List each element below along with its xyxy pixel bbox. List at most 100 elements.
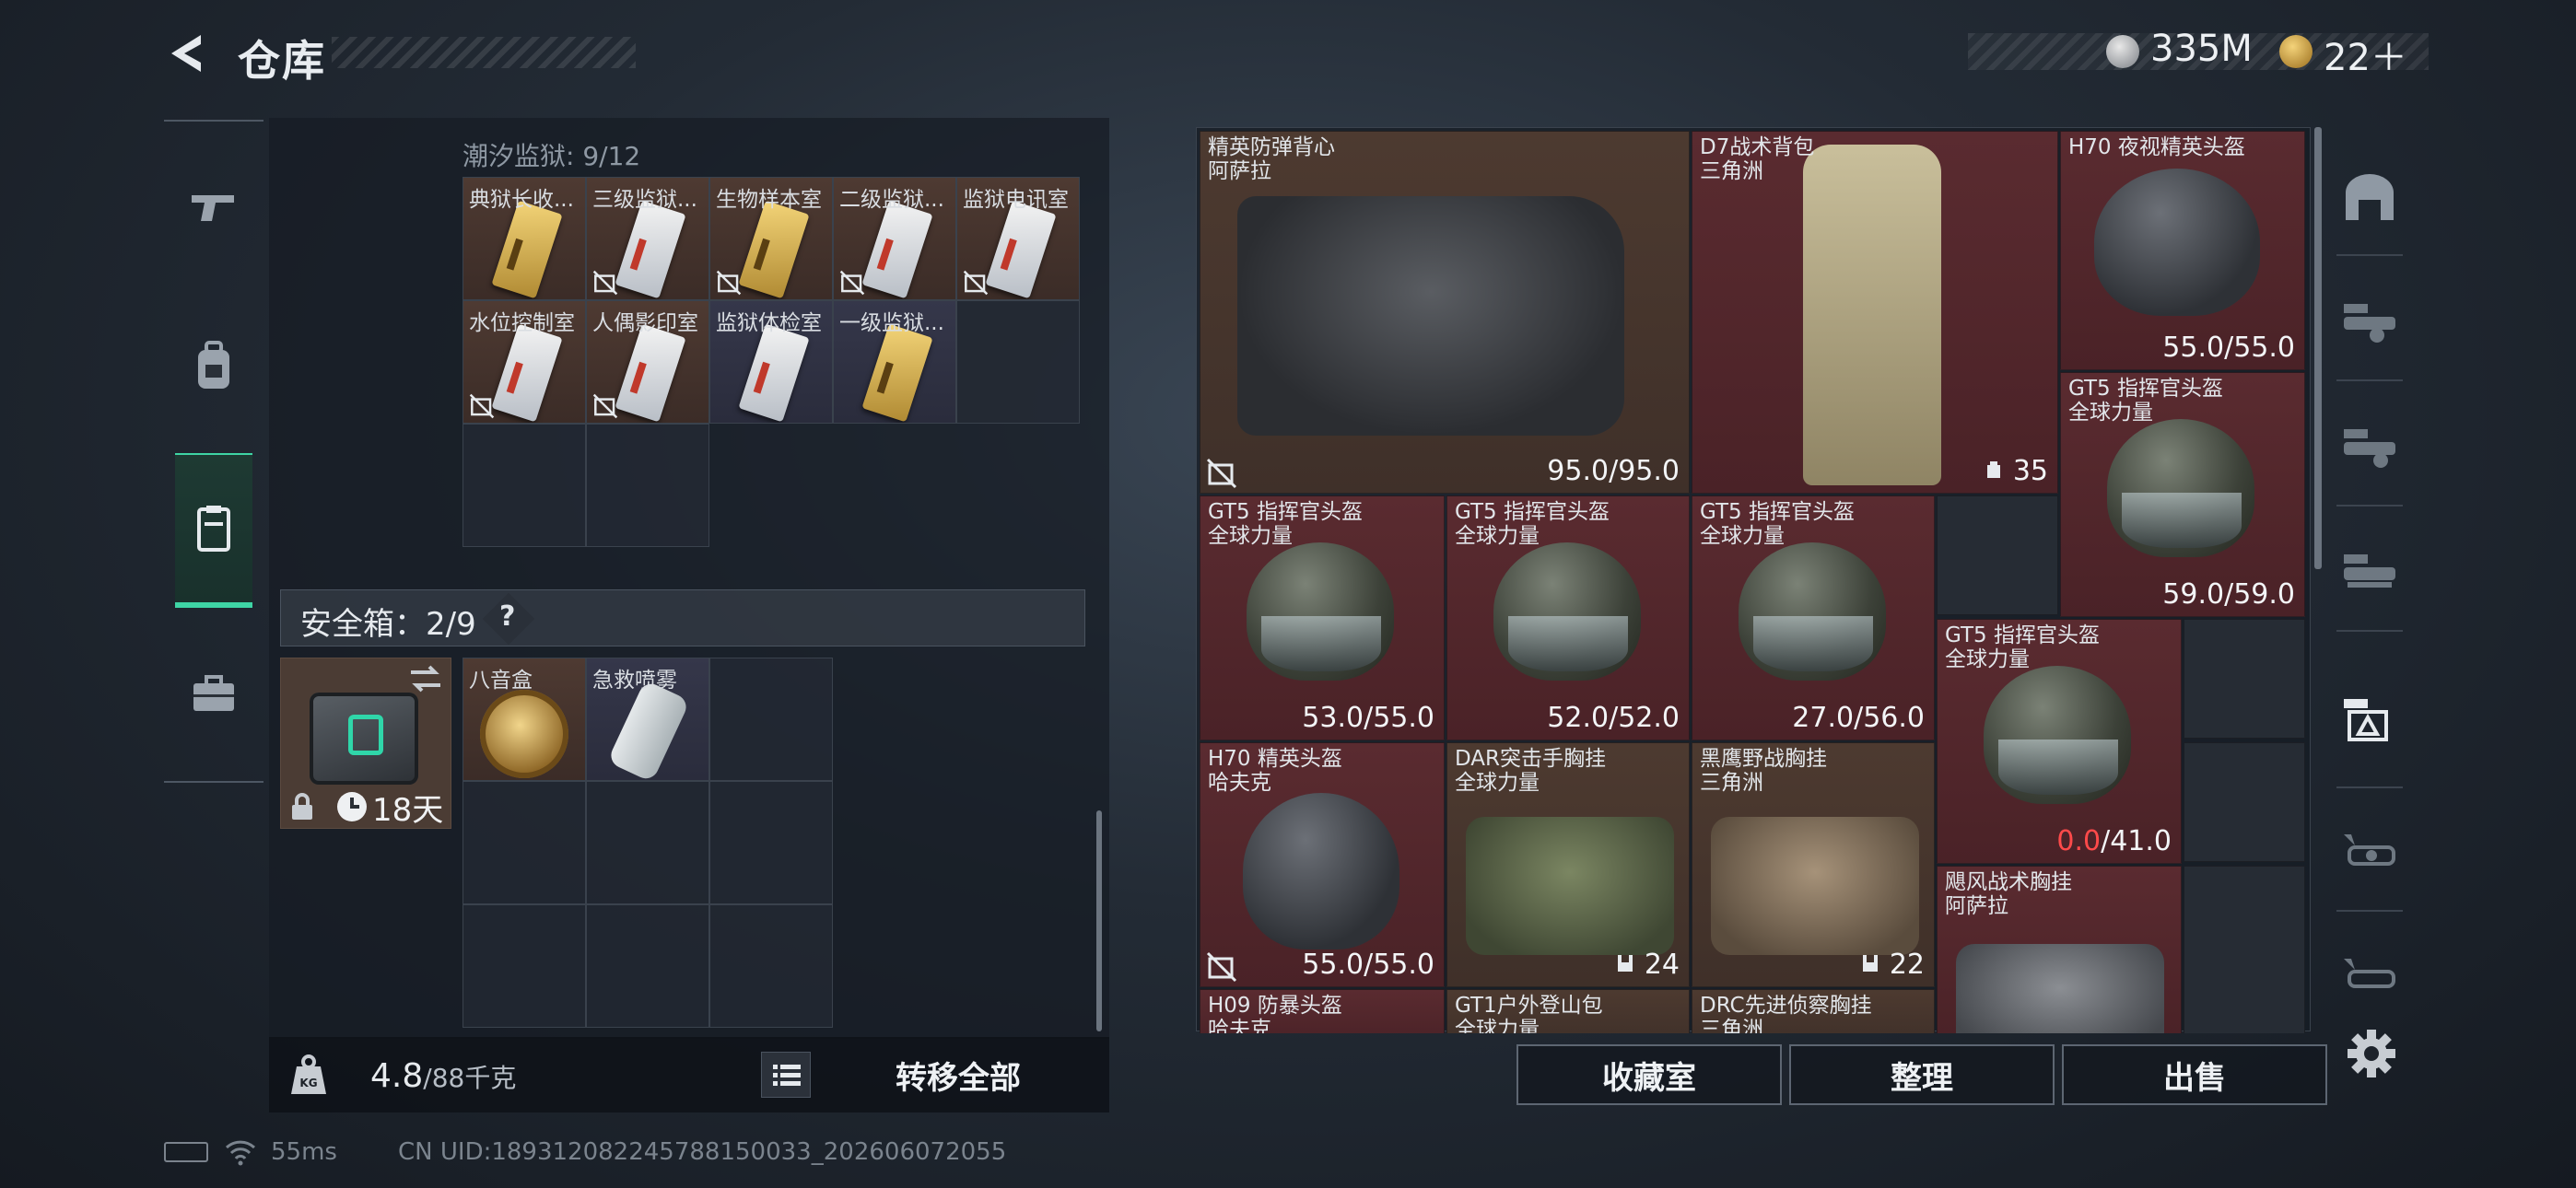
no-bind-icon [1206, 458, 1237, 489]
list-view-button[interactable] [761, 1052, 811, 1098]
gold-currency-amount[interactable]: 22＋ [2324, 28, 2407, 81]
item-h70-elite-helmet[interactable]: H70 精英头盔 哈夫克 55.0/55.0 [1200, 742, 1445, 987]
item-h09-riot-helmet[interactable]: H09 防暴头盔 哈夫克 [1200, 989, 1445, 1033]
empty-slot[interactable] [463, 424, 586, 547]
capacity-icon [1863, 955, 1879, 972]
music-box-image [480, 690, 568, 778]
item-storm-chest-rig[interactable]: 飓风战术胸挂 阿萨拉 [1937, 866, 2182, 1033]
silver-currency-amount: 335M [2150, 28, 2253, 70]
empty-slot[interactable] [709, 781, 833, 904]
visor-image [1998, 740, 2118, 795]
item-gt5-helmet-broken[interactable]: GT5 指挥官头盔 全球力量 0.0/41.0 [1937, 619, 2182, 864]
key-grid: 典狱长收... 三级监狱... 生物样本室 二级监狱... 监狱电讯室水位控制室 人偶影印… [463, 177, 1080, 424]
inventory-scrollbar[interactable] [2314, 127, 2322, 569]
back-arrow-icon[interactable] [164, 31, 206, 76]
empty-slot[interactable] [586, 424, 709, 547]
key-card-name: 三级监狱... [592, 188, 697, 212]
item-first-aid-spray[interactable]: 急救喷雾 [586, 658, 709, 781]
item-capacity: 22 [1860, 949, 1925, 981]
empty-slot[interactable] [709, 904, 833, 1028]
key-card-slot[interactable]: 监狱电讯室 [956, 177, 1080, 300]
key-card-slot[interactable]: 典狱长收... [463, 177, 586, 300]
item-gt5-helmet[interactable]: GT5 指挥官头盔 全球力量 52.0/52.0 [1446, 495, 1690, 740]
capacity-icon [1987, 461, 2001, 478]
list-icon [773, 1065, 801, 1086]
item-elite-vest[interactable]: 精英防弹背心 阿萨拉 95.0/95.0 [1200, 131, 1690, 494]
item-gt5-helmet[interactable]: GT5 指挥官头盔 全球力量 53.0/55.0 [1200, 495, 1445, 740]
item-subtitle: 全球力量 [1208, 524, 1293, 548]
transfer-all-button[interactable]: 转移全部 [849, 1048, 1067, 1101]
key-card-slot[interactable]: 二级监狱... [833, 177, 956, 300]
item-gt5-helmet[interactable]: GT5 指挥官头盔 全球力量 59.0/59.0 [2060, 372, 2305, 617]
category-gt-3[interactable] [2333, 536, 2406, 608]
category-v-1[interactable] [2333, 816, 2406, 888]
spray-can-image [606, 680, 691, 780]
item-name: DAR突击手胸挂 [1455, 747, 1607, 771]
category-all[interactable] [2333, 162, 2406, 234]
empty-slot[interactable] [2184, 866, 2305, 1033]
keycard-image [738, 323, 810, 423]
category-divider [2336, 910, 2403, 912]
empty-slot[interactable] [463, 904, 586, 1028]
key-card-slot[interactable]: 水位控制室 [463, 300, 586, 424]
gear-icon [2348, 1030, 2395, 1077]
item-gt5-helmet[interactable]: GT5 指挥官头盔 全球力量 27.0/56.0 [1692, 495, 1935, 740]
swap-icon[interactable] [407, 663, 444, 694]
vehicle-category-icon [2344, 834, 2395, 866]
category-gt-1[interactable] [2333, 285, 2406, 357]
key-card-slot[interactable]: 生物样本室 [709, 177, 833, 300]
item-h70-night-helmet[interactable]: H70 夜视精英头盔 55.0/55.0 [2060, 131, 2305, 370]
organize-button[interactable]: 整理 [1789, 1044, 2055, 1105]
no-bind-icon [716, 270, 742, 296]
item-music-box[interactable]: 八音盒 [463, 658, 586, 781]
category-gt-2[interactable] [2333, 411, 2406, 483]
item-durability: 55.0/55.0 [1302, 949, 1434, 981]
empty-slot[interactable] [2184, 742, 2305, 862]
empty-slot[interactable] [2184, 619, 2305, 739]
item-gt1-backpack[interactable]: GT1户外登山包 全球力量 [1446, 989, 1690, 1033]
collection-room-button[interactable]: 收藏室 [1516, 1044, 1782, 1105]
item-label: DRC先进侦察胸挂 三角洲 [1700, 994, 1872, 1033]
title-decoration [332, 37, 636, 68]
weight-current: 4.8 [370, 1057, 424, 1095]
help-icon[interactable]: ? [499, 600, 515, 633]
item-blackhawk-chest-rig[interactable]: 黑鹰野战胸挂 三角洲 22 [1692, 742, 1935, 987]
empty-slot[interactable] [1937, 495, 2058, 615]
silver-coin-icon [2106, 35, 2139, 68]
item-label: GT5 指挥官头盔 全球力量 [1700, 500, 1855, 548]
key-card-slot[interactable]: 监狱体检室 [709, 300, 833, 424]
key-card-slot[interactable]: 人偶影印室 [586, 300, 709, 424]
key-card-name: 生物样本室 [716, 188, 822, 212]
category-v-2[interactable] [2333, 936, 2406, 1007]
storage-section-title: 潮汐监狱: 9/12 [463, 141, 641, 171]
keycard-image [491, 200, 563, 299]
item-d7-backpack[interactable]: D7战术背包 三角洲 35 [1692, 131, 2058, 494]
category-gt-active[interactable] [2333, 683, 2406, 755]
empty-slot[interactable] [586, 904, 709, 1028]
empty-slot[interactable] [586, 781, 709, 904]
arch-icon [2346, 174, 2394, 220]
item-subtitle: 三角洲 [1700, 771, 1763, 795]
sell-button[interactable]: 出售 [2062, 1044, 2327, 1105]
nav-toolbox[interactable] [175, 656, 252, 733]
key-card-slot[interactable]: 一级监狱... [833, 300, 956, 424]
item-drc-chest-rig[interactable]: DRC先进侦察胸挂 三角洲 [1692, 989, 1935, 1033]
nav-storage[interactable] [175, 453, 252, 608]
empty-slot[interactable] [956, 300, 1080, 424]
safebox-grid: 八音盒 急救喷雾 [463, 658, 833, 1028]
storage-scrollbar[interactable] [1096, 810, 1102, 1031]
item-name: GT5 指挥官头盔 [1700, 500, 1855, 524]
gold-coin-icon [2279, 35, 2313, 68]
item-durability: 53.0/55.0 [1302, 702, 1434, 734]
category-divider [2336, 379, 2403, 381]
category-divider [2336, 786, 2403, 788]
item-dar-chest-rig[interactable]: DAR突击手胸挂 全球力量 24 [1446, 742, 1690, 987]
key-card-slot[interactable]: 三级监狱... [586, 177, 709, 300]
empty-slot[interactable] [709, 658, 833, 781]
no-bind-icon [592, 270, 618, 296]
nav-equipment[interactable] [175, 328, 252, 405]
nav-weapon[interactable] [175, 168, 252, 245]
clock-icon [337, 792, 367, 821]
settings-button[interactable] [2344, 1026, 2399, 1081]
empty-slot[interactable] [463, 781, 586, 904]
